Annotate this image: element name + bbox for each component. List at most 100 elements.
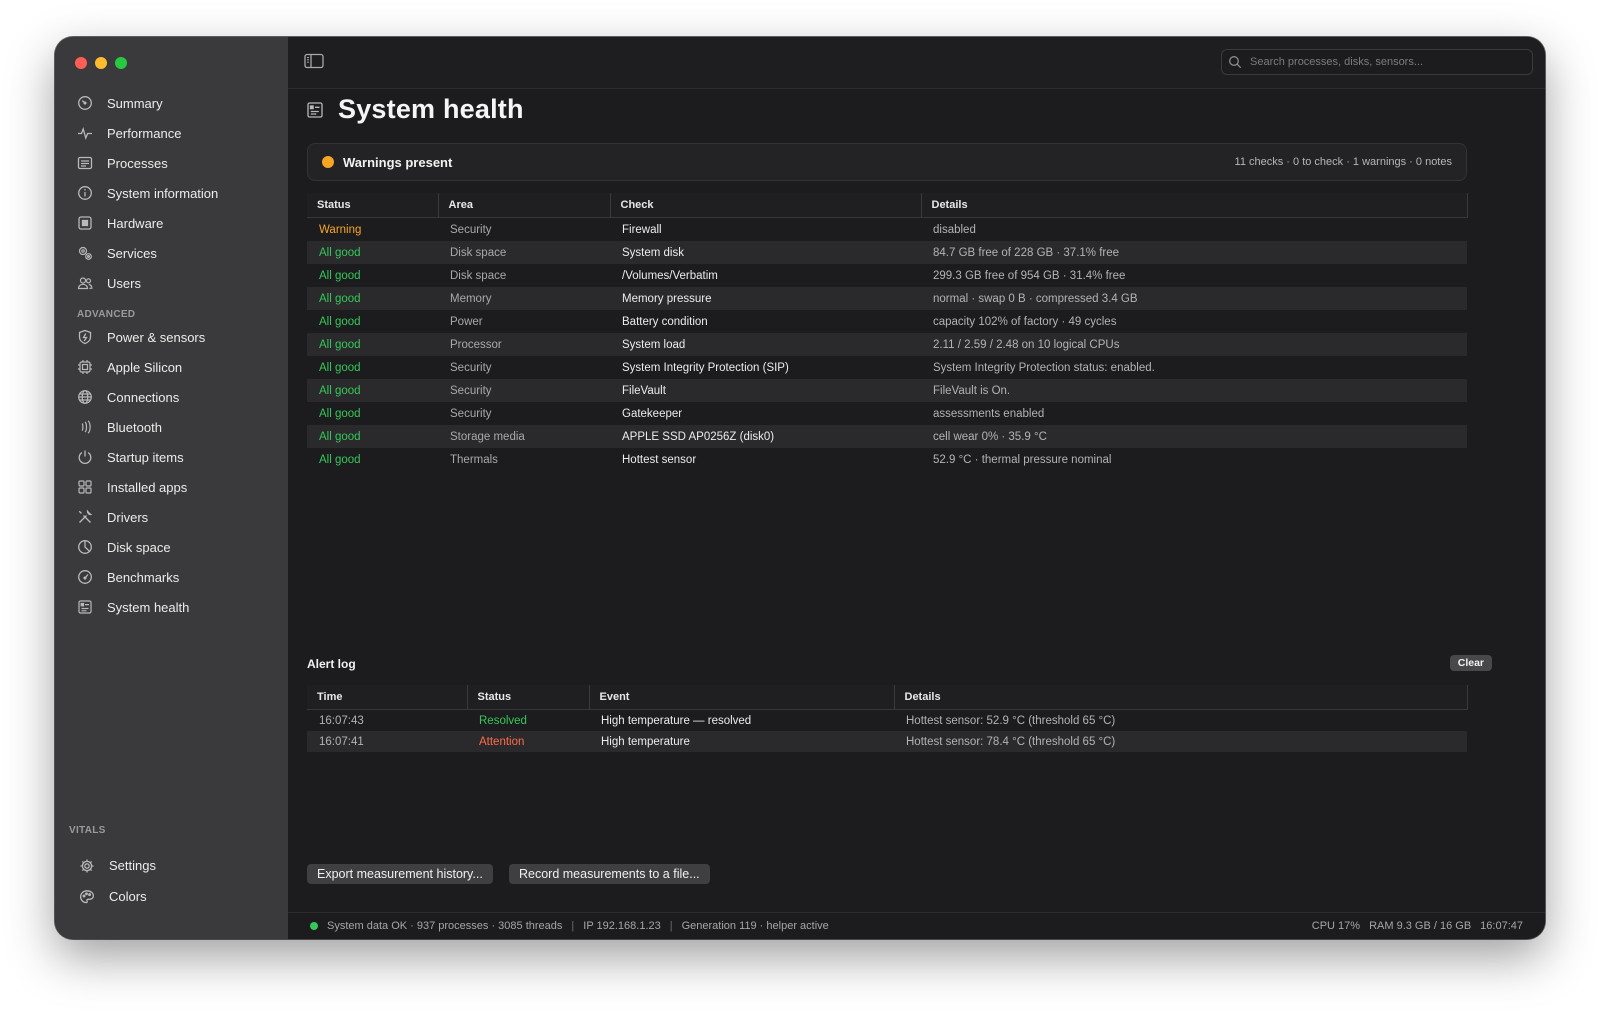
table-row[interactable]: All good Processor System load 2.11 / 2.59 …: [307, 333, 1467, 356]
search-field[interactable]: [1221, 49, 1533, 75]
sidebar-item-disk-space[interactable]: Disk space: [55, 532, 288, 562]
column-header-area[interactable]: Area: [437, 193, 610, 218]
sidebar-item-bluetooth[interactable]: Bluetooth: [55, 412, 288, 442]
gears-icon: [77, 245, 93, 261]
sidebar-nav: Summary Performance Processes System inf…: [55, 88, 288, 622]
cell-status: All good: [319, 453, 361, 466]
record-measurements-button[interactable]: Record measurements to a file...: [509, 864, 710, 884]
apps-grid-icon: [77, 479, 93, 495]
table-row[interactable]: All good Memory Memory pressure normal · sw…: [307, 287, 1467, 310]
sidebar-item-label: Disk space: [107, 539, 171, 555]
status-bar: System data OK · 937 processes · 3085 th…: [288, 912, 1545, 939]
sidebar-item-label: Performance: [107, 125, 182, 141]
column-header-event[interactable]: Event: [588, 685, 894, 710]
sidebar-item-label: Users: [107, 275, 141, 291]
sidebar-item-system-health[interactable]: System health: [55, 592, 288, 622]
column-header-status[interactable]: Status: [307, 193, 438, 218]
sidebar-item-performance[interactable]: Performance: [55, 118, 288, 148]
cell-area: Security: [450, 407, 492, 420]
sidebar-item-drivers[interactable]: Drivers: [55, 502, 288, 532]
warning-status-dot: [322, 156, 334, 168]
sidebar-item-summary[interactable]: Summary: [55, 88, 288, 118]
column-header-status[interactable]: Status: [466, 685, 589, 710]
table-row[interactable]: All good Power Battery condition capacity 1…: [307, 310, 1467, 333]
cell-status: All good: [307, 287, 438, 310]
pulse-icon: [77, 125, 93, 141]
sidebar-item-label: Drivers: [107, 509, 149, 525]
status-ok-dot: [310, 922, 318, 930]
sidebar-item-users[interactable]: Users: [55, 268, 288, 298]
column-header-details[interactable]: Details: [893, 685, 1468, 710]
bluetooth-wave-icon: [77, 419, 93, 435]
cell-details: normal · swap 0 B · compressed 3.4 GB: [921, 287, 1467, 310]
column-header-details[interactable]: Details: [920, 193, 1468, 218]
column-header-time[interactable]: Time: [307, 685, 467, 710]
search-input[interactable]: [1248, 55, 1522, 69]
table-row[interactable]: All good Storage media APPLE SSD AP0256Z (…: [307, 425, 1467, 448]
cell-details: 84.7 GB free of 228 GB · 37.1% free: [921, 241, 1467, 264]
export-history-button[interactable]: Export measurement history...: [307, 864, 493, 884]
sidebar-item-settings[interactable]: Settings: [57, 850, 290, 881]
section-label-advanced: ADVANCED: [77, 309, 136, 320]
sidebar-item-apple-silicon[interactable]: Apple Silicon: [55, 352, 288, 382]
sidebar-item-label: Settings: [109, 858, 156, 873]
sidebar-item-label: Apple Silicon: [107, 359, 183, 375]
table-row[interactable]: All good Thermals Hottest sensor 52.9 °C · …: [307, 448, 1467, 471]
zoom-window-button[interactable]: [115, 57, 127, 69]
column-header-check[interactable]: Check: [609, 193, 921, 218]
sidebar-item-startup-items[interactable]: Startup items: [55, 442, 288, 472]
cell-check: Firewall: [622, 223, 662, 236]
shield-icon: [77, 329, 93, 345]
cell-check: System Integrity Protection (SIP): [622, 361, 789, 374]
status-clock: 16:07:47: [1480, 920, 1523, 932]
status-separator: |: [669, 920, 673, 932]
tools-icon: [77, 509, 93, 525]
sidebar-item-services[interactable]: Services: [55, 238, 288, 268]
minimize-window-button[interactable]: [95, 57, 107, 69]
status-banner: Warnings present 11 checks · 0 to check …: [307, 143, 1467, 181]
sidebar: Summary Performance Processes System inf…: [55, 37, 289, 939]
cell-details: System Integrity Protection status: enab…: [933, 361, 1155, 374]
sidebar-item-hardware[interactable]: Hardware: [55, 208, 288, 238]
sidebar-bottom-nav: Settings Colors: [57, 850, 290, 912]
status-ip: IP 192.168.1.23: [583, 920, 661, 932]
power-icon: [77, 449, 93, 465]
cell-status: All good: [307, 425, 438, 448]
table-row[interactable]: All good Security Gatekeeper assessments en…: [307, 402, 1467, 425]
toolbar: [288, 37, 1545, 89]
palette-icon: [79, 889, 95, 905]
table-row[interactable]: All good Security System Integrity Protect…: [307, 356, 1467, 379]
cell-check: Battery condition: [622, 315, 708, 328]
sidebar-item-benchmarks[interactable]: Benchmarks: [55, 562, 288, 592]
cell-check: Memory pressure: [610, 287, 921, 310]
table-row[interactable]: All good Security FileVault FileVault is On…: [307, 379, 1467, 402]
table-row[interactable]: Warning Security Firewall disabled: [307, 218, 1467, 242]
sidebar-item-system-information[interactable]: System information: [55, 178, 288, 208]
gauge-icon: [77, 95, 93, 111]
cell-status: Attention: [467, 731, 589, 752]
status-separator: |: [571, 920, 575, 932]
cell-area: Processor: [438, 333, 610, 356]
close-window-button[interactable]: [75, 57, 87, 69]
sidebar-item-installed-apps[interactable]: Installed apps: [55, 472, 288, 502]
sidebar-item-colors[interactable]: Colors: [57, 881, 290, 912]
alert-row[interactable]: 16:07:41 Attention High temperature Hottest…: [307, 731, 1467, 752]
sidebar-toggle-icon[interactable]: [304, 53, 324, 69]
cell-time: 16:07:41: [307, 731, 467, 752]
cell-status: All good: [307, 241, 438, 264]
cell-check: System disk: [610, 241, 921, 264]
cell-check: Gatekeeper: [622, 407, 683, 420]
sidebar-item-label: Startup items: [107, 449, 184, 465]
cell-status: Resolved: [479, 714, 527, 727]
clear-alerts-button[interactable]: Clear: [1449, 655, 1492, 671]
sidebar-item-processes[interactable]: Processes: [55, 148, 288, 178]
table-row[interactable]: All good Disk space System disk 84.7 GB fre…: [307, 241, 1467, 264]
status-cpu: CPU 17%: [1311, 920, 1361, 932]
alert-row[interactable]: 16:07:43 Resolved High temperature — resol…: [307, 710, 1467, 732]
table-row[interactable]: All good Disk space/Volumes/Verbatim 299.3…: [307, 264, 1467, 287]
sidebar-item-power-sensors[interactable]: Power & sensors: [55, 322, 288, 352]
health-list-icon: [77, 599, 93, 615]
sidebar-item-connections[interactable]: Connections: [55, 382, 288, 412]
cell-status: All good: [319, 361, 361, 374]
page-header: System health: [306, 94, 524, 125]
